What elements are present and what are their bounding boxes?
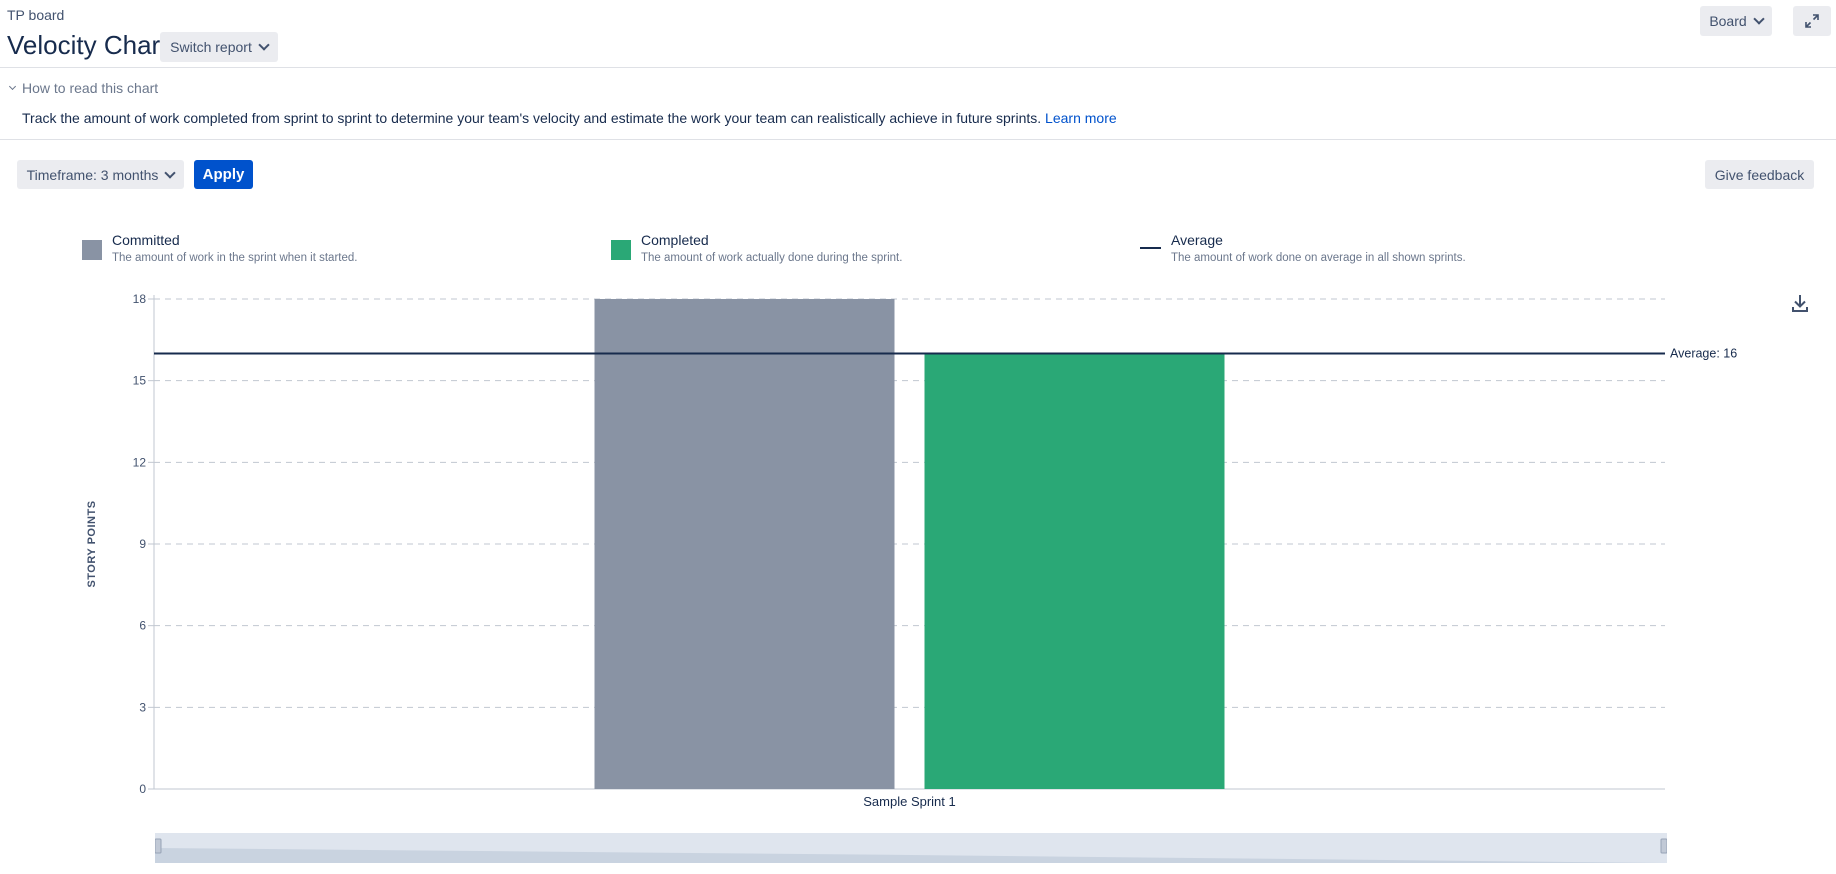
y-axis-title: STORY POINTS	[86, 500, 98, 587]
y-tick-label: 9	[139, 537, 146, 551]
legend-description: The amount of work in the sprint when it…	[112, 252, 358, 264]
legend-swatch-committed	[82, 240, 102, 260]
legend-item-average: Average The amount of work done on avera…	[1140, 232, 1466, 265]
learn-more-link[interactable]: Learn more	[1045, 110, 1117, 126]
chevron-down-icon	[258, 39, 270, 51]
x-category-label: Sample Sprint 1	[863, 794, 956, 809]
chevron-down-icon	[1753, 13, 1765, 25]
bar-completed	[924, 353, 1225, 789]
how-to-read-toggle[interactable]: How to read this chart	[8, 80, 159, 96]
legend-title: Committed	[112, 232, 180, 248]
time-range-scrubber[interactable]	[155, 833, 1667, 863]
y-tick-label: 15	[133, 374, 147, 388]
switch-report-button[interactable]: Switch report	[160, 32, 278, 62]
expand-button[interactable]	[1793, 6, 1831, 36]
timeframe-label: Timeframe: 3 months	[26, 166, 159, 183]
velocity-chart: 0 3 6 9 12 15 18 Sample Sprint 1 Average: 16 STOR…	[86, 292, 1737, 809]
y-tick-label: 0	[139, 782, 146, 796]
apply-button[interactable]: Apply	[194, 160, 253, 189]
legend-item-completed: Completed The amount of work actually do…	[611, 232, 902, 265]
legend-title: Completed	[641, 232, 709, 248]
chevron-down-icon	[8, 82, 17, 91]
description-text: Track the amount of work completed from …	[22, 110, 1042, 126]
board-button[interactable]: Board	[1700, 6, 1772, 36]
info-divider	[0, 139, 1836, 140]
page-title: Velocity Chart	[7, 30, 168, 60]
give-feedback-button[interactable]: Give feedback	[1705, 160, 1814, 189]
breadcrumb[interactable]: TP board	[7, 7, 64, 23]
legend-title: Average	[1171, 232, 1223, 248]
average-label: Average: 16	[1670, 346, 1737, 360]
y-tick-label: 12	[133, 455, 147, 469]
legend-swatch-average	[1140, 247, 1161, 249]
velocity-report-page: TP board Velocity Chart Switch report Bo…	[0, 0, 1836, 874]
board-label: Board	[1709, 13, 1747, 29]
bar-committed	[594, 299, 895, 789]
switch-report-label: Switch report	[170, 39, 252, 55]
y-tick-label: 18	[133, 292, 147, 306]
legend-item-committed: Committed The amount of work in the spri…	[82, 232, 357, 265]
how-to-read-label: How to read this chart	[22, 80, 159, 96]
chart-description: Track the amount of work completed from …	[22, 110, 1117, 126]
legend-swatch-completed	[611, 240, 631, 260]
y-tick-label: 6	[139, 619, 146, 633]
chevron-down-icon	[164, 166, 177, 179]
y-tick-label: 3	[139, 700, 146, 714]
expand-icon	[1805, 14, 1819, 28]
timeframe-select[interactable]: Timeframe: 3 months	[17, 160, 184, 189]
legend-description: The amount of work done on average in al…	[1171, 252, 1466, 264]
legend-description: The amount of work actually done during …	[641, 252, 903, 264]
header-divider	[0, 67, 1836, 68]
